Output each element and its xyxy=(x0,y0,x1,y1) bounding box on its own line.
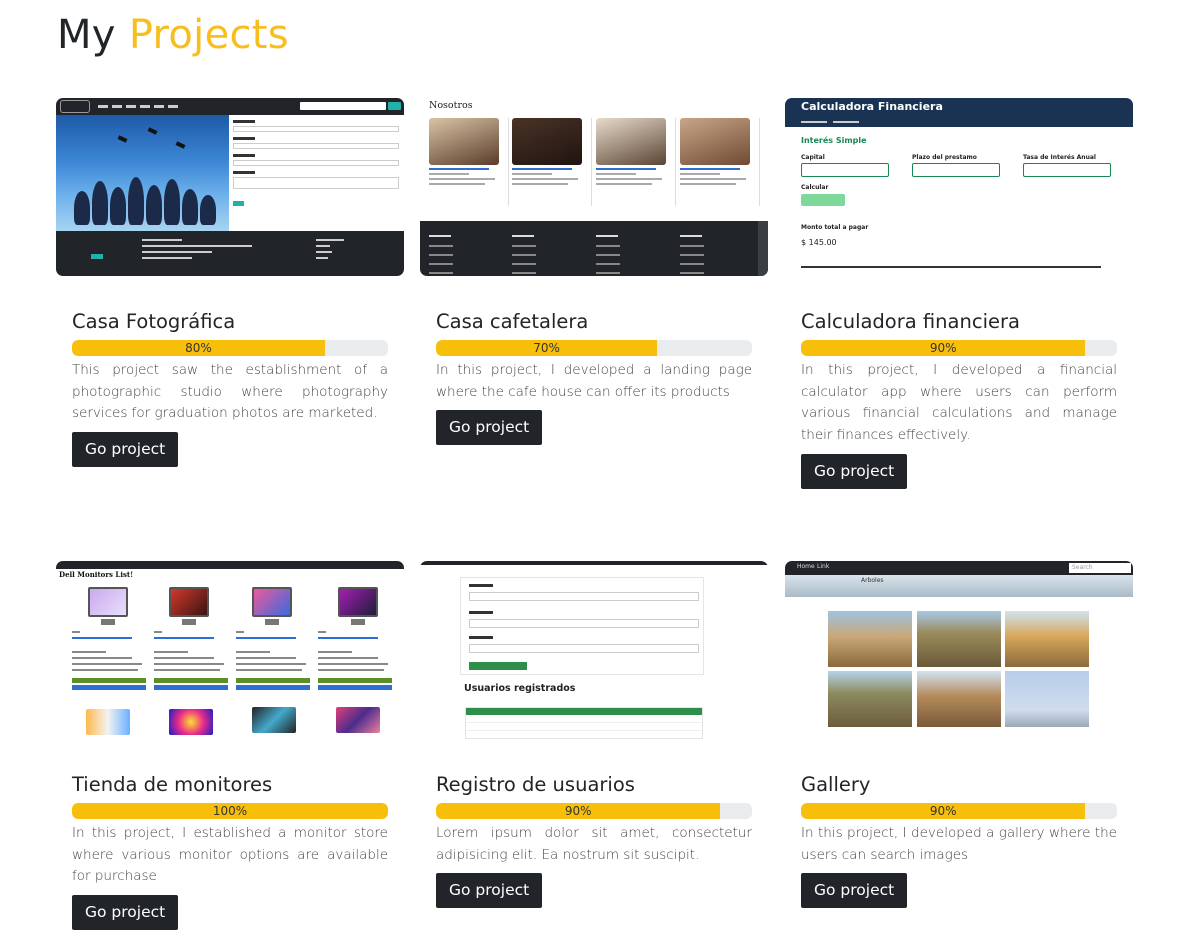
project-thumbnail: Calculadora Financiera Interés Simple Ca… xyxy=(785,98,1133,276)
thumbnail-heading: Nosotros xyxy=(429,100,473,111)
go-project-button[interactable]: Go project xyxy=(801,873,908,909)
page-title-part2: Projects xyxy=(128,12,289,58)
project-title: Registro de usuarios xyxy=(436,773,635,796)
project-thumbnail: Home Link Search Arboles xyxy=(785,561,1133,739)
project-title: Gallery xyxy=(801,773,871,796)
go-project-button[interactable]: Go project xyxy=(72,432,179,468)
project-title: Tienda de monitores xyxy=(72,773,273,796)
progress-label: 90% xyxy=(929,341,957,355)
progress-bar: 90% xyxy=(801,803,1117,819)
thumbnail-label: Calcular xyxy=(801,184,829,191)
project-description: Lorem ipsum dolor sit amet, consectetur … xyxy=(436,825,752,863)
project-description: In this project, I established a monitor… xyxy=(72,825,388,885)
thumbnail-heading: Dell Monitors List! xyxy=(59,570,134,579)
project-thumbnail: Usuarios registrados xyxy=(420,561,768,739)
project-thumbnail: Nosotros xyxy=(420,98,768,276)
project-description: In this project, I developed a gallery w… xyxy=(801,825,1117,863)
thumbnail-label: Tasa de Interés Anual xyxy=(1023,154,1096,161)
project-card-casa-cafetalera: Nosotros Casa cafetalera 70% In this pro… xyxy=(420,98,768,446)
thumbnail-heading: Usuarios registrados xyxy=(464,683,576,694)
project-thumbnail xyxy=(56,98,404,276)
progress-label: 90% xyxy=(564,804,592,818)
project-title: Calculadora financiera xyxy=(801,310,1020,333)
project-description: This project saw the establishment of a … xyxy=(72,362,388,422)
thumbnail-label: Monto total a pagar xyxy=(801,224,869,231)
thumbnail-heading: Calculadora Financiera xyxy=(785,98,1133,118)
thumbnail-search: Search xyxy=(1072,564,1093,571)
progress-label: 90% xyxy=(929,804,957,818)
project-description: In this project, I developed a landing p… xyxy=(436,362,752,400)
project-description: In this project, I developed a financial… xyxy=(801,362,1117,444)
progress-bar: 100% xyxy=(72,803,388,819)
progress-bar: 90% xyxy=(436,803,752,819)
thumbnail-label: Plazo del prestamo xyxy=(912,154,977,161)
page-title: My Projects xyxy=(57,12,289,58)
project-card-registro-de-usuarios: Usuarios registrados Registro de usuario… xyxy=(420,561,768,909)
project-card-gallery: Home Link Search Arboles Gallery 90% In … xyxy=(785,561,1133,909)
project-thumbnail: Dell Monitors List! xyxy=(56,561,404,739)
page-title-part1: My xyxy=(57,12,116,58)
go-project-button[interactable]: Go project xyxy=(72,895,179,931)
project-title: Casa Fotográfica xyxy=(72,310,236,333)
progress-label: 70% xyxy=(533,341,560,355)
progress-bar: 70% xyxy=(436,340,752,356)
thumbnail-nav-item: Home xyxy=(797,563,815,570)
project-card-calculadora-financiera: Calculadora Financiera Interés Simple Ca… xyxy=(785,98,1133,489)
thumbnail-label: Capital xyxy=(801,154,825,161)
progress-label: 100% xyxy=(212,804,248,818)
thumbnail-label: $ 145.00 xyxy=(801,238,837,247)
go-project-button[interactable]: Go project xyxy=(801,453,908,489)
thumbnail-nav-item: Link xyxy=(817,563,830,570)
project-title: Casa cafetalera xyxy=(436,310,589,333)
progress-bar: 80% xyxy=(72,340,388,356)
project-card-tienda-de-monitores: Dell Monitors List! Tienda de monitores … xyxy=(56,561,404,931)
progress-label: 80% xyxy=(185,341,212,355)
project-card-casa-fotografica: Casa Fotográfica 80% This project saw th… xyxy=(56,98,404,468)
go-project-button[interactable]: Go project xyxy=(436,410,543,446)
thumbnail-caption: Arboles xyxy=(861,577,884,584)
progress-bar: 90% xyxy=(801,340,1117,356)
thumbnail-section: Interés Simple xyxy=(801,136,867,145)
go-project-button[interactable]: Go project xyxy=(436,873,543,909)
